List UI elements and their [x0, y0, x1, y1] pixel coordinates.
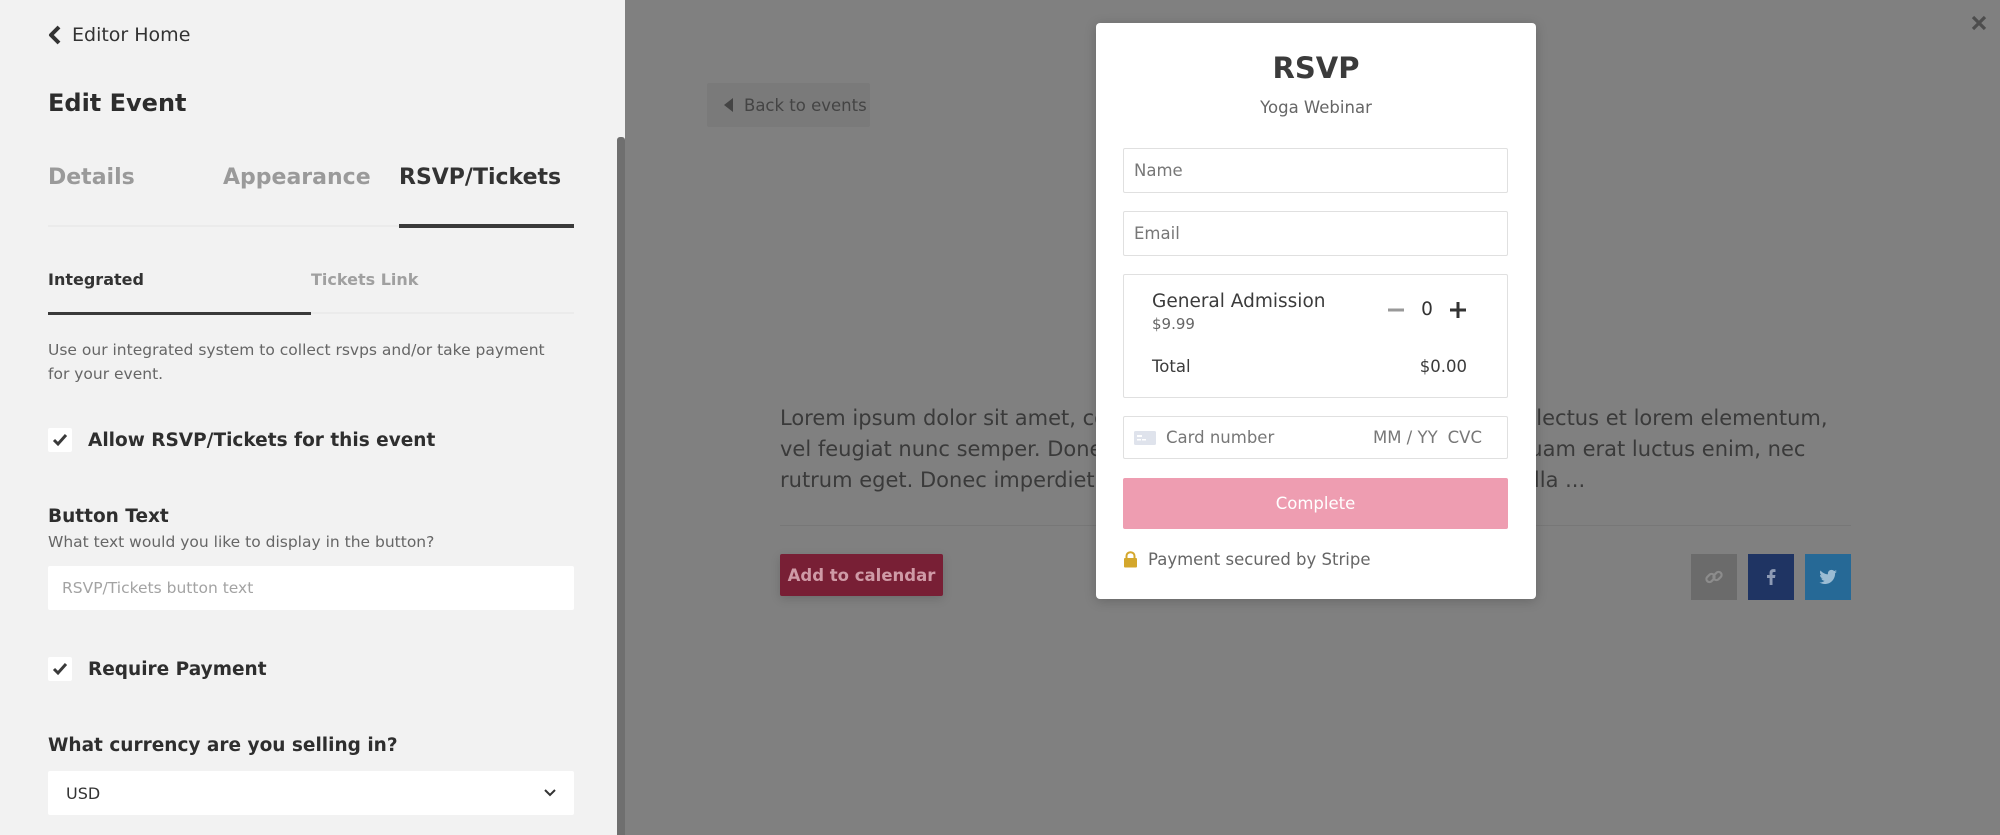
twitter-share-button[interactable] — [1805, 554, 1851, 600]
button-text-label: Button Text — [48, 506, 169, 527]
event-name: Yoga Webinar — [1260, 98, 1372, 117]
subtab-tickets-link[interactable]: Tickets Link — [311, 270, 418, 289]
plus-icon — [1450, 301, 1466, 318]
page-title: Edit Event — [48, 89, 187, 117]
secure-payment-note: Payment secured by Stripe — [1123, 550, 1370, 569]
checkmark-icon — [52, 663, 68, 676]
total-label: Total — [1152, 357, 1191, 376]
active-tab-indicator — [399, 224, 574, 228]
tab-appearance[interactable]: Appearance — [223, 165, 371, 190]
active-subtab-indicator — [48, 312, 311, 315]
checkbox[interactable] — [48, 428, 72, 452]
twitter-icon — [1819, 569, 1837, 584]
secure-text: Payment secured by Stripe — [1148, 550, 1371, 569]
total-value: $0.00 — [1419, 357, 1467, 376]
chevron-down-icon — [544, 789, 556, 797]
back-to-events-label: Back to events — [744, 95, 867, 115]
main-tabs: Details Appearance RSVP/Tickets — [48, 162, 574, 228]
increment-button[interactable] — [1449, 301, 1467, 319]
panel-scrollbar[interactable] — [617, 137, 625, 835]
email-input[interactable] — [1123, 211, 1508, 256]
ticket-price: $9.99 — [1152, 315, 1195, 333]
allow-rsvp-checkbox[interactable]: Allow RSVP/Tickets for this event — [48, 428, 435, 452]
require-payment-label: Require Payment — [88, 658, 267, 680]
checkbox[interactable] — [48, 657, 72, 681]
subtab-integrated[interactable]: Integrated — [48, 270, 144, 289]
copy-link-button[interactable] — [1691, 554, 1737, 600]
tab-rsvp-tickets[interactable]: RSVP/Tickets — [399, 165, 561, 190]
currency-selected-value: USD — [66, 783, 101, 803]
button-text-input[interactable] — [48, 566, 574, 610]
back-to-events-button[interactable]: Back to events — [707, 83, 870, 127]
sub-tabs: Integrated Tickets Link — [48, 268, 574, 315]
rsvp-modal: RSVP Yoga Webinar General Admission $9.9… — [1096, 23, 1536, 599]
currency-label: What currency are you selling in? — [48, 735, 398, 756]
facebook-share-button[interactable] — [1748, 554, 1794, 600]
checkmark-icon — [52, 434, 68, 447]
ticket-selector: General Admission $9.99 0 Total $0.00 — [1123, 274, 1508, 398]
intro-text: Use our integrated system to collect rsv… — [48, 341, 545, 383]
tab-details[interactable]: Details — [48, 165, 135, 190]
card-input[interactable]: Card number MM / YY CVC — [1123, 416, 1508, 459]
editor-panel: Editor Home Edit Event Details Appearanc… — [0, 0, 625, 835]
button-text-help: What text would you like to display in t… — [48, 533, 435, 551]
lock-icon — [1124, 551, 1137, 568]
require-payment-checkbox[interactable]: Require Payment — [48, 657, 267, 681]
card-number-placeholder: Card number — [1166, 428, 1275, 447]
editor-home-link[interactable]: Editor Home — [48, 24, 190, 46]
caret-left-icon — [724, 98, 733, 112]
minus-icon — [1388, 308, 1404, 311]
complete-button[interactable]: Complete — [1123, 478, 1508, 529]
editor-home-label: Editor Home — [72, 24, 191, 46]
quantity-value: 0 — [1421, 299, 1433, 320]
card-expiry-placeholder: MM / YY — [1372, 428, 1438, 447]
ticket-name: General Admission — [1152, 291, 1326, 312]
currency-select[interactable]: USD — [48, 771, 574, 815]
add-to-calendar-button[interactable]: Add to calendar — [780, 554, 943, 596]
close-icon[interactable] — [1970, 14, 1988, 32]
link-icon — [1705, 570, 1723, 584]
name-input[interactable] — [1123, 148, 1508, 193]
quantity-stepper: 0 — [1387, 299, 1467, 320]
chevron-left-icon — [49, 25, 61, 45]
decrement-button[interactable] — [1387, 301, 1405, 319]
modal-title: RSVP — [1272, 51, 1360, 85]
allow-rsvp-label: Allow RSVP/Tickets for this event — [88, 429, 436, 451]
facebook-icon — [1767, 569, 1776, 585]
credit-card-icon — [1134, 430, 1156, 445]
card-cvc-placeholder: CVC — [1447, 428, 1482, 447]
